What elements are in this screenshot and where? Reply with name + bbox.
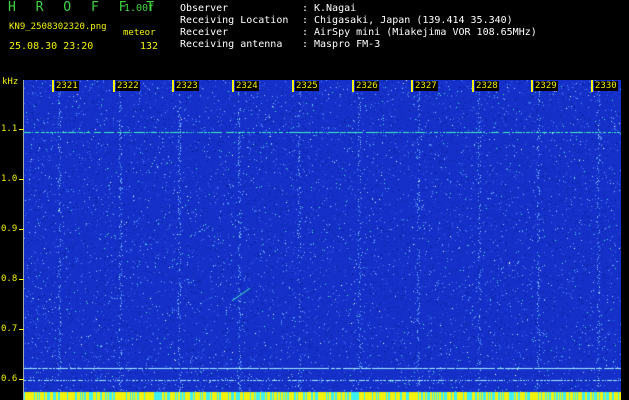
x-tick-label: 2323	[175, 81, 199, 91]
info-row-receiver: Receiver: AirSpy mini (Miakejima VOR 108.…	[180, 27, 537, 38]
info-value: AirSpy mini (Miakejima VOR 108.65MHz)	[314, 27, 537, 38]
y-tick-label: 1.0	[1, 174, 18, 184]
x-tick-label: 2324	[235, 81, 259, 91]
x-tick-label: 2322	[116, 81, 140, 91]
x-tick-mark	[292, 80, 294, 92]
spectrogram	[23, 80, 621, 400]
x-tick-mark	[472, 80, 474, 92]
x-tick-label: 2329	[534, 81, 558, 91]
info-value: Chigasaki, Japan (139.414 35.340)	[314, 15, 513, 26]
file-name: KN9_2508302320.png	[9, 22, 107, 32]
info-label: Receiver	[180, 27, 229, 38]
x-tick-label: 2321	[55, 81, 79, 91]
info-row-location: Receiving Location: Chigasaki, Japan (139…	[180, 15, 513, 26]
timestamp: 25.08.30 23:20	[9, 41, 94, 52]
x-tick-mark	[411, 80, 413, 92]
y-tick-mark	[19, 179, 24, 180]
x-tick-mark	[172, 80, 174, 92]
y-tick-label: 0.6	[1, 374, 18, 384]
x-tick-label: 2327	[414, 81, 438, 91]
info-value: Maspro FM-3	[314, 39, 381, 50]
x-tick-mark	[352, 80, 354, 92]
x-tick-label: 2326	[355, 81, 379, 91]
x-tick-label: 2325	[295, 81, 319, 91]
meteor-count: 132	[140, 41, 159, 52]
y-tick-mark	[19, 229, 24, 230]
y-tick-mark	[19, 329, 24, 330]
x-tick-mark	[591, 80, 593, 92]
x-tick-mark	[531, 80, 533, 92]
x-tick-mark	[52, 80, 54, 92]
y-tick-label: 0.7	[1, 324, 18, 334]
info-value: K.Nagai	[314, 3, 357, 14]
info-row-observer: Observer: K.Nagai	[180, 3, 356, 14]
info-colon: :	[302, 15, 309, 26]
x-tick-label: 2328	[475, 81, 499, 91]
app-version: 1.00f	[124, 3, 155, 14]
info-label: Receiving antenna	[180, 39, 283, 50]
y-tick-label: 0.9	[1, 224, 18, 234]
info-label: Observer	[180, 3, 229, 14]
info-colon: :	[302, 27, 309, 38]
info-colon: :	[302, 3, 309, 14]
y-tick-mark	[19, 279, 24, 280]
hrofft-window: H R O F F T 1.00f KN9_2508302320.png met…	[0, 0, 629, 400]
y-tick-label: 1.1	[1, 124, 18, 134]
x-tick-label: 2330	[594, 81, 618, 91]
spectrogram-canvas	[24, 80, 621, 400]
info-colon: :	[302, 39, 309, 50]
y-tick-label: 0.8	[1, 274, 18, 284]
y-tick-mark	[19, 379, 24, 380]
x-tick-mark	[232, 80, 234, 92]
y-tick-mark	[19, 129, 24, 130]
info-label: Receiving Location	[180, 15, 289, 26]
meteor-label: meteor	[123, 28, 156, 38]
info-row-antenna: Receiving antenna: Maspro FM-3	[180, 39, 380, 50]
y-axis-unit: kHz	[2, 77, 19, 87]
x-tick-mark	[113, 80, 115, 92]
